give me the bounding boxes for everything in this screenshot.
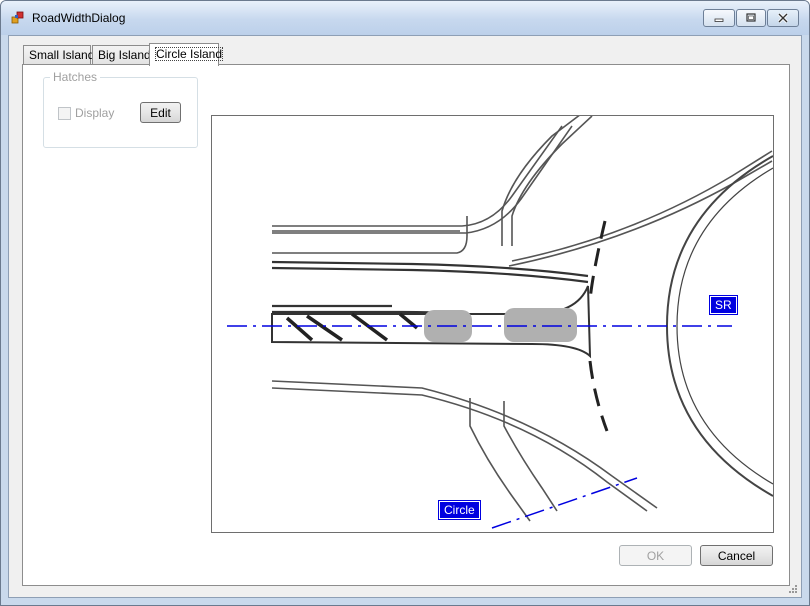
sr-label-tag[interactable]: SR <box>709 295 738 315</box>
tab-page-circle-island: Hatches Display Edit SR Circle OK Cancel <box>22 64 790 586</box>
app-icon <box>11 11 24 24</box>
resize-grip-icon[interactable] <box>788 584 798 594</box>
road-diagram-picture: SR Circle <box>211 115 774 533</box>
display-checkbox-label[interactable]: Display <box>75 106 114 120</box>
window-title: RoadWidthDialog <box>32 11 126 25</box>
tab-label: Circle Island <box>155 47 224 61</box>
cancel-button[interactable]: Cancel <box>700 545 773 566</box>
hatches-groupbox: Hatches Display Edit <box>43 71 198 148</box>
roundabout-road-drawing <box>227 116 773 529</box>
title-bar[interactable]: RoadWidthDialog <box>1 1 809 35</box>
circle-label-tag[interactable]: Circle <box>438 500 481 520</box>
hatches-group-label: Hatches <box>50 71 101 84</box>
close-button[interactable] <box>767 9 799 27</box>
edit-button[interactable]: Edit <box>140 102 181 123</box>
maximize-button[interactable] <box>736 9 766 27</box>
client-area: Small Island Big Island Circle Island Ha… <box>8 35 802 598</box>
dialog-window: RoadWidthDialog Small Island Big Island <box>0 0 810 606</box>
tab-circle-island[interactable]: Circle Island <box>149 43 224 66</box>
minimize-icon <box>714 18 724 22</box>
minimize-button[interactable] <box>703 9 735 27</box>
close-icon <box>777 13 789 23</box>
tab-label: Small Island <box>29 48 95 62</box>
ok-button[interactable]: OK <box>619 545 692 566</box>
maximize-icon <box>746 13 756 22</box>
tab-small-island[interactable]: Small Island <box>23 45 95 64</box>
tab-label: Big Island <box>98 48 151 62</box>
tab-big-island[interactable]: Big Island <box>92 45 151 64</box>
display-checkbox[interactable] <box>58 107 71 120</box>
